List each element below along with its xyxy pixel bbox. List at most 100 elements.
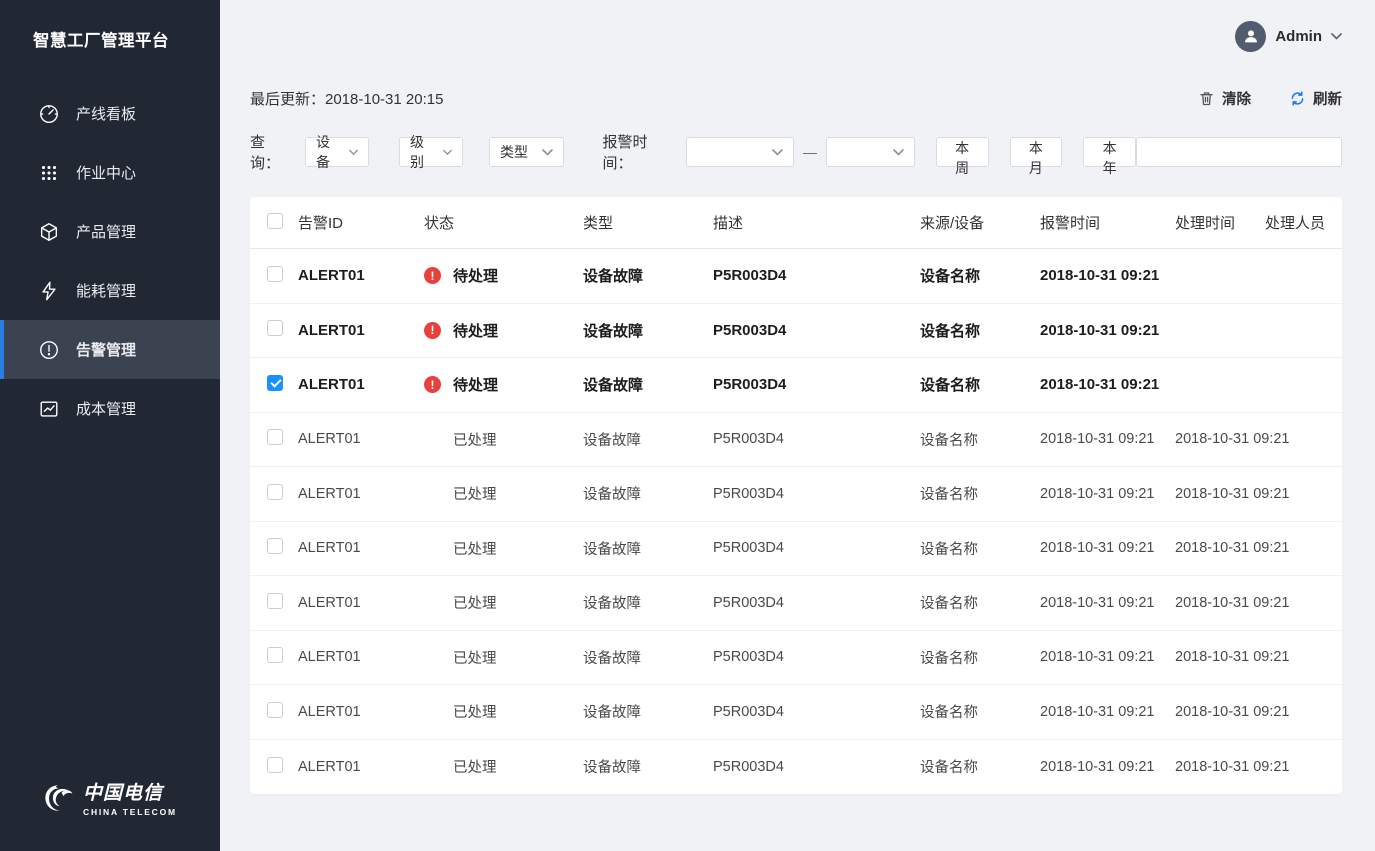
clear-button[interactable]: 清除	[1198, 88, 1251, 109]
col-alert-id: 告警ID	[298, 212, 424, 233]
row-checkbox[interactable]	[267, 702, 283, 718]
sidebar-item-energy-management[interactable]: 能耗管理	[0, 261, 220, 320]
range-separator: —	[803, 144, 817, 160]
cell-status: ! 待处理	[424, 265, 583, 286]
col-handler: 处理人员	[1265, 212, 1325, 233]
cell-status: ! 已处理	[424, 429, 583, 450]
china-telecom-logo: 中国电信 CHINA TELECOM	[0, 778, 220, 817]
type-filter-select[interactable]: 类型	[489, 137, 564, 167]
cell-status: ! 已处理	[424, 756, 583, 777]
chevron-down-icon	[349, 149, 358, 156]
cell-alarm-time: 2018-10-31 09:21	[1040, 376, 1175, 393]
row-checkbox[interactable]	[267, 429, 283, 445]
sidebar-item-cost-management[interactable]: 成本管理	[0, 379, 220, 438]
cell-source: 设备名称	[920, 483, 1040, 504]
cell-type: 设备故障	[583, 592, 713, 613]
table-row[interactable]: ALERT01 ! 已处理 设备故障 P5R003D4 设备名称 2018-10…	[250, 631, 1342, 686]
cell-description: P5R003D4	[713, 486, 920, 502]
row-checkbox[interactable]	[267, 647, 283, 663]
cell-status: ! 待处理	[424, 374, 583, 395]
app-root: 智慧工厂管理平台 产线看板 作业中心 产品管理 能耗管理	[0, 0, 1375, 851]
table-row[interactable]: ALERT01 ! 已处理 设备故障 P5R003D4 设备名称 2018-10…	[250, 522, 1342, 577]
sidebar-item-production-dashboard[interactable]: 产线看板	[0, 84, 220, 143]
cell-process-time: 2018-10-31 09:21	[1175, 486, 1265, 502]
cell-type: 设备故障	[583, 374, 713, 395]
this-year-button[interactable]: 本年	[1083, 137, 1136, 167]
sidebar-item-label: 产品管理	[76, 221, 136, 242]
gauge-icon	[38, 103, 60, 125]
cell-type: 设备故障	[583, 320, 713, 341]
cell-alarm-time: 2018-10-31 09:21	[1040, 595, 1175, 611]
cell-alert-id: ALERT01	[298, 267, 424, 284]
clear-label: 清除	[1222, 88, 1251, 109]
cell-process-time: 2018-10-31 09:21	[1175, 759, 1265, 775]
cell-alarm-time: 2018-10-31 09:21	[1040, 486, 1175, 502]
refresh-icon	[1289, 90, 1306, 107]
refresh-button[interactable]: 刷新	[1289, 88, 1342, 109]
cell-alert-id: ALERT01	[298, 431, 424, 447]
last-update-text: 最后更新：2018-10-31 20:15	[250, 88, 443, 109]
cell-source: 设备名称	[920, 647, 1040, 668]
sidebar: 智慧工厂管理平台 产线看板 作业中心 产品管理 能耗管理	[0, 0, 220, 851]
row-checkbox[interactable]	[267, 320, 283, 336]
sidebar-item-work-center[interactable]: 作业中心	[0, 143, 220, 202]
sidebar-item-alert-management[interactable]: 告警管理	[0, 320, 220, 379]
this-month-button[interactable]: 本月	[1010, 137, 1063, 167]
table-row[interactable]: ALERT01 ! 已处理 设备故障 P5R003D4 设备名称 2018-10…	[250, 467, 1342, 522]
cell-alert-id: ALERT01	[298, 540, 424, 556]
time-to-select[interactable]	[826, 137, 915, 167]
cell-alarm-time: 2018-10-31 09:21	[1040, 431, 1175, 447]
sidebar-item-product-management[interactable]: 产品管理	[0, 202, 220, 261]
table-row[interactable]: ALERT01 ! 已处理 设备故障 P5R003D4 设备名称 2018-10…	[250, 576, 1342, 631]
row-checkbox[interactable]	[267, 484, 283, 500]
cell-type: 设备故障	[583, 701, 713, 722]
exclamation-circle-icon	[38, 339, 60, 361]
row-checkbox[interactable]	[267, 593, 283, 609]
cell-alert-id: ALERT01	[298, 322, 424, 339]
cell-status: ! 已处理	[424, 538, 583, 559]
table-row[interactable]: ALERT01 ! 待处理 设备故障 P5R003D4 设备名称 2018-10…	[250, 304, 1342, 359]
china-telecom-logo-icon	[40, 780, 76, 816]
row-checkbox[interactable]	[267, 375, 283, 391]
cell-alert-id: ALERT01	[298, 649, 424, 665]
app-title: 智慧工厂管理平台	[0, 0, 220, 51]
chevron-down-icon	[772, 149, 783, 156]
cell-process-time: 2018-10-31 09:21	[1175, 595, 1265, 611]
cell-alarm-time: 2018-10-31 09:21	[1040, 704, 1175, 720]
cell-description: P5R003D4	[713, 540, 920, 556]
cell-type: 设备故障	[583, 756, 713, 777]
cell-source: 设备名称	[920, 265, 1040, 286]
table-row[interactable]: ALERT01 ! 已处理 设备故障 P5R003D4 设备名称 2018-10…	[250, 413, 1342, 468]
table-row[interactable]: ALERT01 ! 已处理 设备故障 P5R003D4 设备名称 2018-10…	[250, 740, 1342, 795]
device-filter-select[interactable]: 设备	[305, 137, 369, 167]
search-input[interactable]	[1153, 144, 1334, 160]
cell-description: P5R003D4	[713, 704, 920, 720]
row-checkbox[interactable]	[267, 266, 283, 282]
level-filter-select[interactable]: 级别	[399, 137, 463, 167]
row-checkbox[interactable]	[267, 538, 283, 554]
table-tools: 清除 刷新	[1160, 88, 1342, 109]
row-checkbox[interactable]	[267, 757, 283, 773]
cell-alert-id: ALERT01	[298, 486, 424, 502]
select-all-checkbox[interactable]	[267, 213, 283, 229]
logo-text-en: CHINA TELECOM	[83, 807, 177, 817]
cell-process-time: 2018-10-31 09:21	[1175, 704, 1265, 720]
time-from-select[interactable]	[686, 137, 794, 167]
table-body: ALERT01 ! 待处理 设备故障 P5R003D4 设备名称 2018-10…	[250, 249, 1342, 794]
col-description: 描述	[713, 212, 920, 233]
table-row[interactable]: ALERT01 ! 待处理 设备故障 P5R003D4 设备名称 2018-10…	[250, 249, 1342, 304]
cell-status: ! 已处理	[424, 592, 583, 613]
refresh-label: 刷新	[1313, 88, 1342, 109]
filter-bar: 查询： 设备 级别 类型 报警时间： — 本	[250, 131, 1342, 173]
col-process-time: 处理时间	[1175, 212, 1265, 233]
table-row[interactable]: ALERT01 ! 待处理 设备故障 P5R003D4 设备名称 2018-10…	[250, 358, 1342, 413]
sidebar-nav: 产线看板 作业中心 产品管理 能耗管理 告警管理	[0, 84, 220, 438]
user-menu[interactable]: Admin	[1235, 21, 1342, 52]
this-week-button[interactable]: 本周	[936, 137, 989, 167]
sidebar-item-label: 产线看板	[76, 103, 136, 124]
cell-alert-id: ALERT01	[298, 759, 424, 775]
alert-status-icon: !	[424, 376, 441, 393]
col-status: 状态	[424, 212, 583, 233]
trash-icon	[1198, 90, 1215, 107]
table-row[interactable]: ALERT01 ! 已处理 设备故障 P5R003D4 设备名称 2018-10…	[250, 685, 1342, 740]
